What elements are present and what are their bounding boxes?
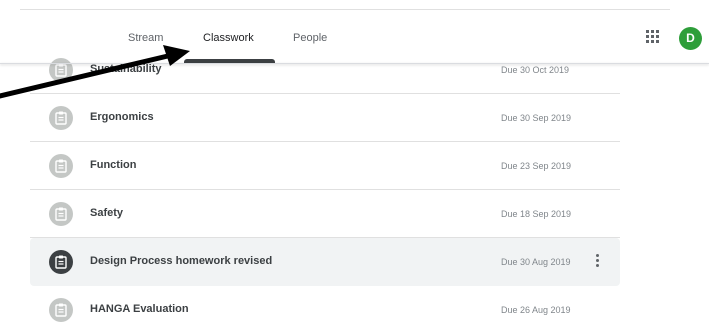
annotation-arrow <box>0 45 190 99</box>
